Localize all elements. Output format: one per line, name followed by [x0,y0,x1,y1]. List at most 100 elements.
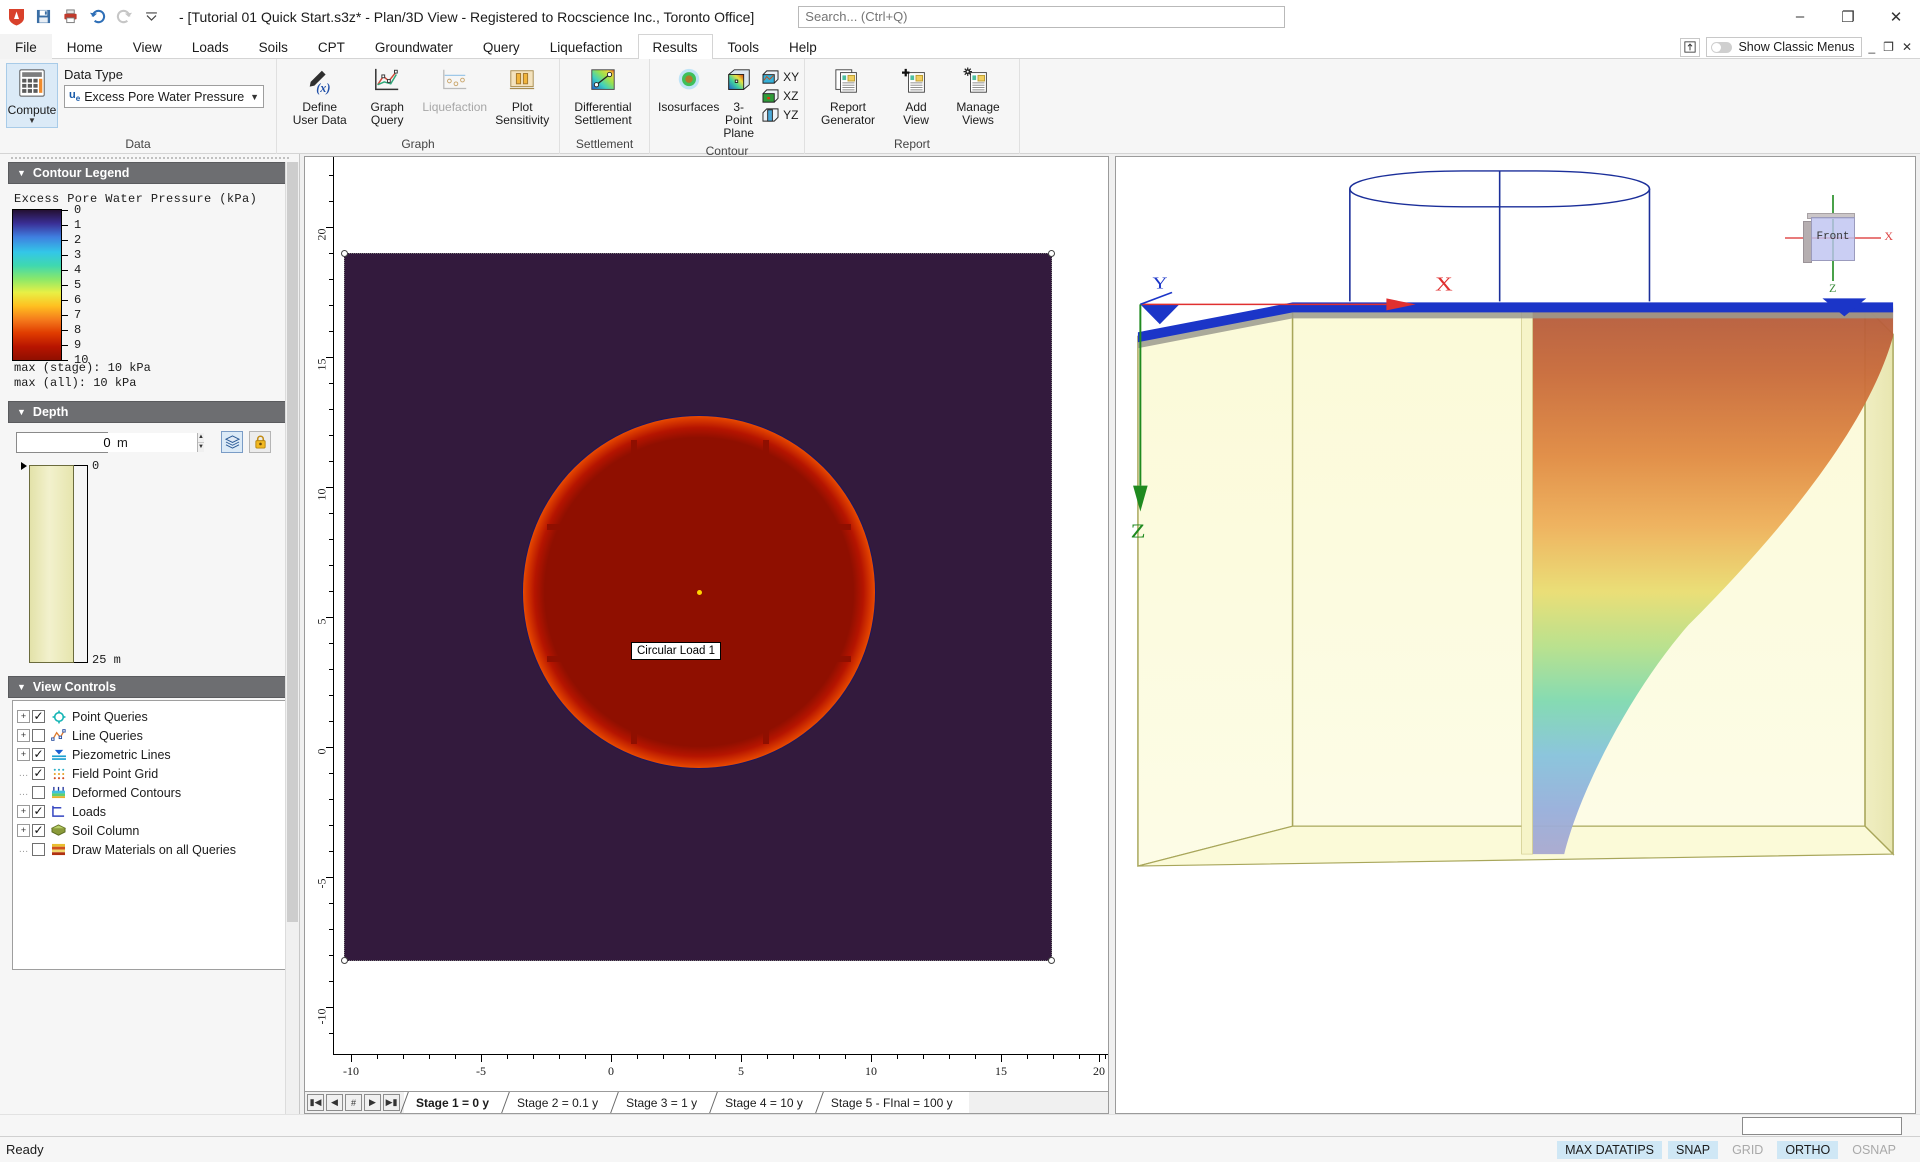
resize-handle[interactable] [341,957,348,964]
resize-handle[interactable] [1048,957,1055,964]
status-chip-max-datatips[interactable]: MAX DATATIPS [1557,1141,1662,1159]
search-input[interactable] [798,6,1285,28]
three-point-plane-button[interactable]: 3-PointPlane [721,63,756,144]
load-callout-label[interactable]: Circular Load 1 [631,642,721,660]
view-controls-header[interactable]: ▼ View Controls [8,676,291,698]
tree-item-point-queries[interactable]: + Point Queries [17,707,282,726]
ribbon-tab-results[interactable]: Results [638,34,713,59]
checkbox[interactable] [32,767,45,780]
doc-close-button[interactable]: ✕ [1902,40,1912,54]
plane-xy-button[interactable]: XY [758,68,802,86]
stage-first-button[interactable]: ▮◀ [307,1094,324,1111]
tree-item-deformed-contours[interactable]: … Deformed Contours [17,783,282,802]
status-chip-grid[interactable]: GRID [1724,1141,1771,1159]
doc-minimize-button[interactable]: _ [1868,40,1875,54]
tree-item-line-queries[interactable]: + Line Queries [17,726,282,745]
tree-item-piezometric-lines[interactable]: + Piezometric Lines [17,745,282,764]
plot-sensitivity-button[interactable]: PlotSensitivity [491,63,553,131]
ribbon-tab-cpt[interactable]: CPT [303,34,360,59]
contour-legend-header[interactable]: ▼ Contour Legend [8,162,291,184]
ribbon-tab-groundwater[interactable]: Groundwater [360,34,468,59]
isosurfaces-button[interactable]: Isosurfaces [656,63,721,118]
stage-last-button[interactable]: ▶▮ [383,1094,400,1111]
ribbon-tab-query[interactable]: Query [468,34,535,59]
ribbon-tab-file[interactable]: File [0,34,52,59]
expand-icon[interactable]: + [17,748,30,761]
resize-handle[interactable] [341,250,348,257]
report-generator-button[interactable]: ReportGenerator [811,63,885,131]
checkbox[interactable] [32,843,45,856]
sidebar-scrollbar[interactable] [285,162,299,1114]
checkbox[interactable] [32,710,45,723]
contour-extent-rect[interactable]: Circular Load 1 [344,253,1052,961]
three-d-view-pane[interactable]: Front X Z [1115,156,1916,1114]
add-view-button[interactable]: AddView [885,63,947,131]
expand-icon[interactable]: + [17,710,30,723]
sidebar-drag-grip[interactable] [0,154,299,162]
show-classic-menus-toggle[interactable]: Show Classic Menus [1706,37,1862,57]
close-button[interactable]: ✕ [1872,1,1920,33]
expand-icon[interactable]: + [17,824,30,837]
checkbox[interactable] [32,748,45,761]
checkbox[interactable] [32,786,45,799]
stage-tab-2[interactable]: Stage 2 = 0.1 y [505,1092,614,1113]
tree-item-soil-column[interactable]: + Soil Column [17,821,282,840]
load-center-point[interactable] [697,590,702,595]
stage-tab-5[interactable]: Stage 5 - FInal = 100 y [819,1092,969,1113]
print-icon[interactable] [60,7,80,27]
ribbon-tab-home[interactable]: Home [52,34,118,59]
checkbox[interactable] [32,729,45,742]
contour-plot[interactable]: 20 15 10 5 0 [305,157,1108,1091]
ribbon-tab-liquefaction[interactable]: Liquefaction [535,34,638,59]
differential-settlement-button[interactable]: DifferentialSettlement [566,63,640,131]
checkbox[interactable] [32,824,45,837]
ribbon-tab-help[interactable]: Help [774,34,832,59]
plan-view-pane[interactable]: 20 15 10 5 0 [304,156,1109,1114]
define-user-data-button[interactable]: (x) DefineUser Data [283,63,356,131]
layers-icon[interactable] [221,431,243,453]
view-controls-tree[interactable]: + Point Queries + Line Queries [12,700,287,970]
command-input[interactable] [1742,1117,1902,1135]
ribbon-tab-view[interactable]: View [118,34,177,59]
graph-query-button[interactable]: GraphQuery [356,63,418,131]
depth-header[interactable]: ▼ Depth [8,401,291,423]
customize-qat-icon[interactable] [141,7,161,27]
compute-caret-icon[interactable]: ▼ [28,117,36,125]
status-chip-ortho[interactable]: ORTHO [1777,1141,1838,1159]
depth-spin-up-icon[interactable]: ▲ [198,433,204,443]
minimize-button[interactable]: – [1776,1,1824,33]
ribbon-tab-soils[interactable]: Soils [244,34,303,59]
sidebar-scrollbar-thumb[interactable] [287,162,298,922]
three-d-model[interactable]: X Z Y [1116,157,1915,1113]
stage-tab-4[interactable]: Stage 4 = 10 y [713,1092,819,1113]
app-logo-icon[interactable] [6,7,26,27]
status-chip-snap[interactable]: SNAP [1668,1141,1718,1159]
stage-tab-1[interactable]: Stage 1 = 0 y [404,1092,505,1113]
manage-views-button[interactable]: ManageViews [947,63,1009,131]
maximize-button[interactable]: ❐ [1824,1,1872,33]
status-chip-osnap[interactable]: OSNAP [1844,1141,1904,1159]
resize-handle[interactable] [1048,250,1055,257]
stage-tab-3[interactable]: Stage 3 = 1 y [614,1092,713,1113]
expand-icon[interactable]: + [17,805,30,818]
checkbox[interactable] [32,805,45,818]
compute-button[interactable]: Compute ▼ [6,63,58,128]
doc-restore-button[interactable]: ❐ [1883,40,1894,54]
expand-icon[interactable]: + [17,729,30,742]
tree-item-draw-materials[interactable]: … Draw Materials on all Queries [17,840,282,859]
depth-spin-down-icon[interactable]: ▼ [198,443,204,452]
ribbon-tab-tools[interactable]: Tools [713,34,775,59]
ribbon-tab-loads[interactable]: Loads [177,34,244,59]
stage-prev-button[interactable]: ◀ [326,1094,343,1111]
save-icon[interactable] [33,7,53,27]
stage-next-button[interactable]: ▶ [364,1094,381,1111]
pin-ribbon-icon[interactable] [1680,38,1700,57]
tree-item-field-point-grid[interactable]: … Field Point Grid [17,764,282,783]
depth-input[interactable] [17,433,197,452]
soil-column-preview[interactable]: 0 25 m [20,461,289,666]
plane-xz-button[interactable]: XZ [758,87,802,105]
data-type-select[interactable]: ue Excess Pore Water Pressure ▼ [64,85,264,108]
undo-icon[interactable] [87,7,107,27]
stage-number-button[interactable]: # [345,1094,362,1111]
lock-icon[interactable] [249,431,271,453]
